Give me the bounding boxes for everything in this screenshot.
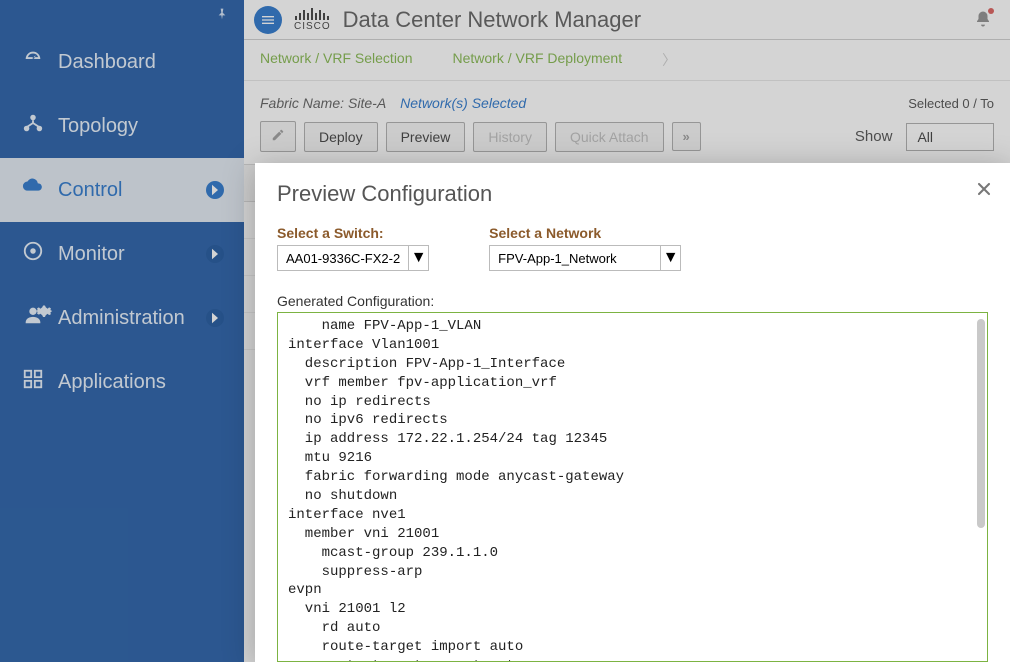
dashboard-icon: [22, 48, 44, 76]
network-select-value: FPV-App-1_Network: [490, 251, 660, 266]
network-select[interactable]: FPV-App-1_Network ▼: [489, 245, 681, 271]
scrollbar[interactable]: [977, 319, 985, 528]
network-select-group: Select a Network FPV-App-1_Network ▼: [489, 225, 681, 271]
sidebar-item-label: Administration: [58, 307, 185, 330]
sidebar-item-label: Dashboard: [58, 51, 156, 74]
modal-title: Preview Configuration: [277, 181, 988, 207]
monitor-icon: [22, 240, 44, 268]
applications-icon: [22, 368, 44, 396]
fabric-name: Site-A: [348, 95, 386, 111]
show-label: Show: [855, 128, 893, 145]
breadcrumb-item[interactable]: Network / VRF Selection: [260, 50, 413, 70]
quick-attach-button[interactable]: Quick Attach: [555, 122, 664, 152]
more-button[interactable]: »: [672, 122, 701, 151]
cisco-text: CISCO: [294, 22, 331, 32]
close-button[interactable]: [974, 179, 994, 204]
sidebar-item-topology[interactable]: Topology: [0, 94, 244, 158]
switch-select-value: AA01-9336C-FX2-2: [278, 251, 408, 266]
generated-config-label: Generated Configuration:: [277, 293, 988, 309]
preview-configuration-modal: Preview Configuration Select a Switch: A…: [255, 163, 1010, 662]
sidebar-item-control[interactable]: Control: [0, 158, 244, 222]
menu-button[interactable]: [254, 6, 282, 34]
topbar: CISCO Data Center Network Manager: [244, 0, 1010, 40]
selection-count: Selected 0 / To: [908, 96, 994, 111]
history-button[interactable]: History: [473, 122, 547, 152]
sidebar-item-administration[interactable]: Administration: [0, 286, 244, 350]
switch-select-group: Select a Switch: AA01-9336C-FX2-2 ▼: [277, 225, 429, 271]
generated-config-text: name FPV-App-1_VLAN interface Vlan1001 d…: [288, 317, 977, 662]
topology-icon: [22, 112, 44, 140]
fabric-row: Fabric Name: Site-A Network(s) Selected …: [244, 81, 1010, 121]
sidebar-item-label: Control: [58, 179, 122, 202]
fabric-label: Fabric Name:: [260, 95, 344, 111]
chevron-right-icon: [206, 181, 224, 199]
switch-select[interactable]: AA01-9336C-FX2-2 ▼: [277, 245, 429, 271]
sidebar-item-label: Monitor: [58, 243, 125, 266]
breadcrumb-item[interactable]: Network / VRF Deployment: [453, 50, 623, 70]
cisco-logo: CISCO: [294, 8, 331, 32]
breadcrumb-chevron-icon: 〉: [662, 50, 676, 70]
sidebar-item-dashboard[interactable]: Dashboard: [0, 30, 244, 94]
chevron-right-icon: [206, 309, 224, 327]
preview-button[interactable]: Preview: [386, 122, 466, 152]
control-icon: [22, 176, 44, 204]
show-select[interactable]: All: [906, 123, 994, 151]
show-select-value: All: [917, 129, 933, 145]
dropdown-arrow-icon: ▼: [660, 246, 680, 270]
deploy-button[interactable]: Deploy: [304, 122, 378, 152]
dropdown-arrow-icon: ▼: [408, 246, 428, 270]
sidebar-item-monitor[interactable]: Monitor: [0, 222, 244, 286]
edit-button[interactable]: [260, 121, 296, 152]
pin-icon[interactable]: [214, 6, 230, 27]
chevron-right-icon: [206, 245, 224, 263]
sidebar: Dashboard Topology Control Monitor: [0, 0, 244, 662]
app-title: Data Center Network Manager: [343, 7, 641, 33]
network-select-label: Select a Network: [489, 225, 681, 241]
notification-icon[interactable]: [974, 10, 992, 33]
switch-select-label: Select a Switch:: [277, 225, 429, 241]
networks-selected-link[interactable]: Network(s) Selected: [400, 95, 526, 111]
gear-icon: [33, 300, 55, 328]
generated-config-box[interactable]: name FPV-App-1_VLAN interface Vlan1001 d…: [277, 312, 988, 662]
breadcrumb: Network / VRF Selection Network / VRF De…: [244, 40, 1010, 81]
sidebar-item-applications[interactable]: Applications: [0, 350, 244, 414]
sidebar-item-label: Topology: [58, 115, 138, 138]
sidebar-item-label: Applications: [58, 371, 166, 394]
toolbar: Deploy Preview History Quick Attach » Sh…: [244, 121, 1010, 164]
